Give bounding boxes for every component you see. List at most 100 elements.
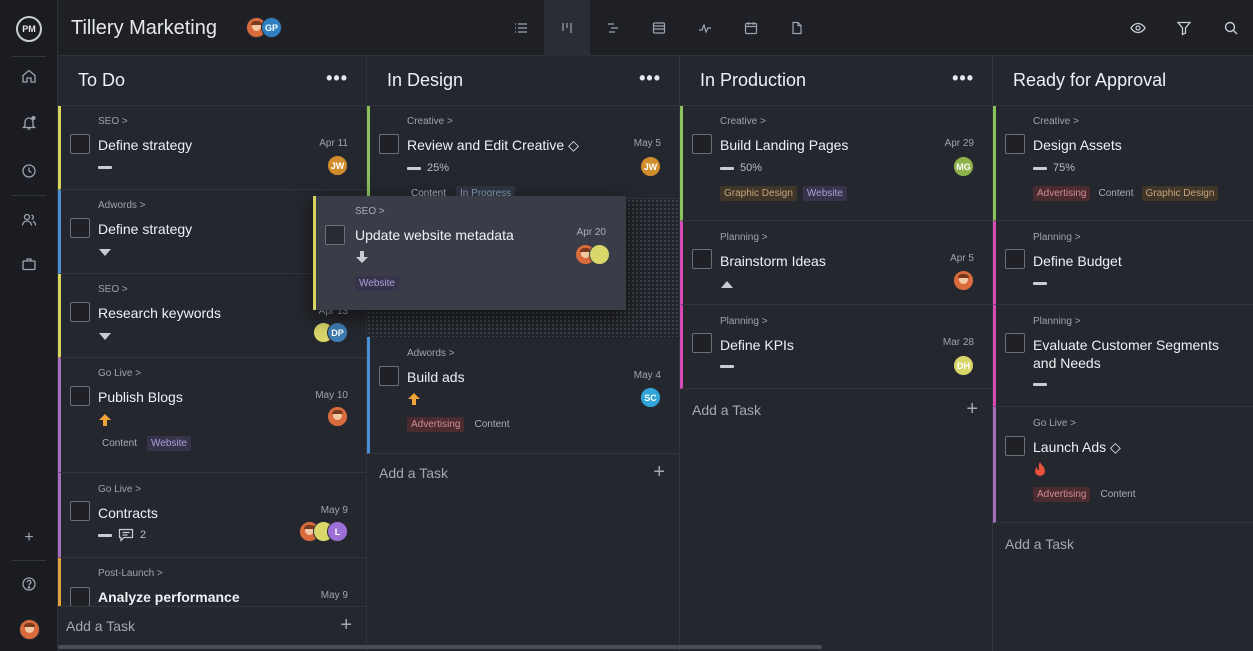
task-category[interactable]: Planning > xyxy=(720,232,768,243)
assignee-avatar[interactable]: SC xyxy=(640,387,661,408)
task-name[interactable]: Define KPIs xyxy=(720,336,794,354)
assignee-avatar[interactable]: MG xyxy=(953,156,974,177)
task-name[interactable]: Evaluate Customer Segments and Needs xyxy=(1033,336,1238,372)
task-category[interactable]: Creative > xyxy=(1033,116,1079,127)
task-card[interactable]: Creative > Review and Edit Creative ◇ Ma… xyxy=(367,106,679,201)
calendar-view-icon[interactable] xyxy=(728,0,774,56)
task-category[interactable]: Creative > xyxy=(407,116,453,127)
task-card[interactable]: Planning > Brainstorm Ideas Apr 5 xyxy=(680,221,992,305)
task-card[interactable]: Go Live > Publish Blogs May 10 Content W… xyxy=(58,358,366,473)
task-checkbox[interactable] xyxy=(692,134,712,154)
task-category[interactable]: SEO > xyxy=(98,284,128,295)
task-name[interactable]: Build ads xyxy=(407,368,465,386)
task-name[interactable]: Update website metadata xyxy=(355,227,514,243)
tag-website[interactable]: Website xyxy=(802,186,847,201)
sheet-view-icon[interactable] xyxy=(636,0,682,56)
task-name[interactable]: Define strategy xyxy=(98,136,192,154)
tag-content[interactable]: Content xyxy=(1094,186,1137,201)
dragging-task-card[interactable]: SEO > Update website metadata Apr 20 Web… xyxy=(313,196,626,310)
assignee-avatar[interactable]: JW xyxy=(327,155,348,176)
task-name[interactable]: Research keywords xyxy=(98,304,221,322)
task-category[interactable]: Adwords > xyxy=(98,200,146,211)
add-task-button[interactable]: Add a Task xyxy=(1005,536,1074,552)
tag-content[interactable]: Content xyxy=(98,436,141,451)
assignee-avatar[interactable]: DP xyxy=(327,322,348,343)
column-menu-button[interactable]: ••• xyxy=(952,68,974,89)
tag-advertising[interactable]: Advertising xyxy=(1033,487,1091,502)
board-view-icon[interactable] xyxy=(544,0,590,56)
assignee-avatar[interactable]: L xyxy=(327,521,348,542)
add-task-button[interactable]: Add a Task xyxy=(66,618,135,634)
task-category[interactable]: SEO > xyxy=(98,116,128,127)
notification-bell-icon[interactable] xyxy=(17,111,41,135)
task-category[interactable]: Go Live > xyxy=(98,368,141,379)
user-avatar[interactable] xyxy=(19,619,40,640)
horizontal-scrollbar[interactable] xyxy=(58,645,822,649)
help-icon[interactable] xyxy=(17,572,41,596)
column-menu-button[interactable]: ••• xyxy=(639,68,661,89)
tag-advertising[interactable]: Advertising xyxy=(1033,186,1091,201)
document-view-icon[interactable] xyxy=(774,0,820,56)
add-task-button[interactable]: Add a Task xyxy=(692,402,761,418)
comment-icon[interactable] xyxy=(118,528,134,542)
task-name[interactable]: Define strategy xyxy=(98,220,192,238)
task-category[interactable]: Adwords > xyxy=(407,348,455,359)
eye-icon[interactable] xyxy=(1126,16,1150,40)
task-category[interactable]: Go Live > xyxy=(98,484,141,495)
task-checkbox[interactable] xyxy=(325,225,345,245)
task-card[interactable]: Go Live > Contracts May 9 2 L xyxy=(58,473,366,558)
task-checkbox[interactable] xyxy=(692,249,712,269)
assignee-avatar[interactable] xyxy=(327,406,348,427)
task-category[interactable]: SEO > xyxy=(355,206,385,217)
task-card[interactable]: SEO > Define strategy Apr 11 JW xyxy=(58,106,366,190)
briefcase-icon[interactable] xyxy=(17,252,41,276)
task-checkbox[interactable] xyxy=(1005,134,1025,154)
add-task-plus-icon[interactable]: + xyxy=(340,614,352,637)
task-card[interactable]: Adwords > Build ads May 4 SC Advertising… xyxy=(367,337,679,454)
task-category[interactable]: Post-Launch > xyxy=(98,568,163,579)
assignee-avatar[interactable] xyxy=(589,244,610,265)
task-checkbox[interactable] xyxy=(379,366,399,386)
tag-graphic-design[interactable]: Graphic Design xyxy=(720,186,797,201)
tag-advertising[interactable]: Advertising xyxy=(407,417,465,432)
task-checkbox[interactable] xyxy=(70,386,90,406)
task-checkbox[interactable] xyxy=(379,134,399,154)
task-category[interactable]: Planning > xyxy=(720,316,768,327)
plus-icon[interactable]: + xyxy=(17,526,41,550)
task-checkbox[interactable] xyxy=(70,218,90,238)
assignee-avatar[interactable] xyxy=(953,270,974,291)
gantt-view-icon[interactable] xyxy=(590,0,636,56)
task-card[interactable]: Planning > Define Budget xyxy=(993,221,1253,305)
task-card[interactable]: Go Live > Launch Ads ◇ Advertising Conte… xyxy=(993,407,1253,523)
assignee-avatar[interactable]: JW xyxy=(640,156,661,177)
add-task-plus-icon[interactable]: + xyxy=(966,398,978,421)
task-name[interactable]: Launch Ads ◇ xyxy=(1033,438,1121,456)
task-checkbox[interactable] xyxy=(70,587,90,606)
task-category[interactable]: Creative > xyxy=(720,116,766,127)
task-category[interactable]: Planning > xyxy=(1033,316,1081,327)
column-menu-button[interactable]: ••• xyxy=(326,68,348,89)
task-checkbox[interactable] xyxy=(1005,249,1025,269)
tag-website[interactable]: Website xyxy=(355,276,399,291)
task-category[interactable]: Go Live > xyxy=(1033,418,1076,429)
task-card[interactable]: Planning > Evaluate Customer Segments an… xyxy=(993,305,1253,407)
task-card[interactable]: Planning > Define KPIs Mar 28 DH xyxy=(680,305,992,389)
task-name[interactable]: Brainstorm Ideas xyxy=(720,252,826,270)
task-checkbox[interactable] xyxy=(692,333,712,353)
home-icon[interactable] xyxy=(17,64,41,88)
task-checkbox[interactable] xyxy=(70,501,90,521)
task-card[interactable]: Creative > Build Landing Pages Apr 29 50… xyxy=(680,106,992,221)
task-card[interactable]: Post-Launch > Analyze performance May 9 xyxy=(58,558,366,606)
tag-website[interactable]: Website xyxy=(147,436,191,451)
pm-logo[interactable]: PM xyxy=(16,16,42,42)
tag-graphic-design[interactable]: Graphic Design xyxy=(1141,186,1219,201)
task-name[interactable]: Review and Edit Creative ◇ xyxy=(407,136,579,154)
task-category[interactable]: Planning > xyxy=(1033,232,1081,243)
member-avatar-gp[interactable]: GP xyxy=(261,17,282,38)
task-name[interactable]: Define Budget xyxy=(1033,252,1122,270)
task-name[interactable]: Analyze performance xyxy=(98,588,240,606)
filter-icon[interactable] xyxy=(1172,16,1196,40)
task-name[interactable]: Build Landing Pages xyxy=(720,136,848,154)
tag-content[interactable]: Content xyxy=(1096,487,1139,502)
task-checkbox[interactable] xyxy=(1005,436,1025,456)
